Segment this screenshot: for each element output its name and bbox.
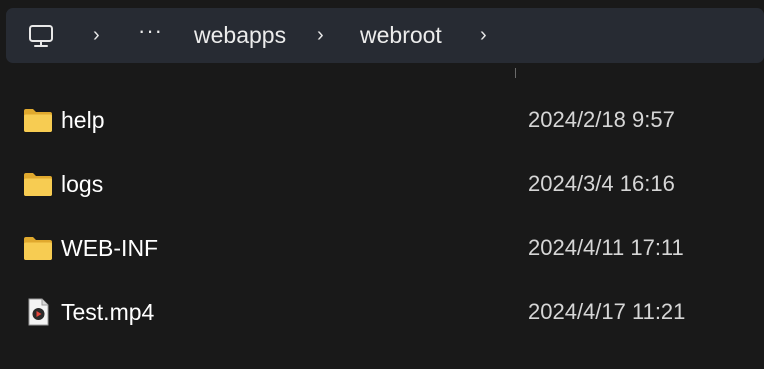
file-date: 2024/3/4 16:16 <box>528 171 675 196</box>
address-bar[interactable]: › ··· webapps › webroot › <box>6 8 764 63</box>
breadcrumb-separator[interactable]: › <box>93 8 100 63</box>
file-row[interactable]: WEB-INF 2024/4/11 17:11 <box>0 222 764 274</box>
monitor-icon[interactable] <box>28 8 54 63</box>
file-date: 2024/4/17 11:21 <box>528 299 686 324</box>
file-date: 2024/2/18 9:57 <box>528 107 675 132</box>
folder-icon <box>22 106 54 134</box>
video-file-icon <box>22 298 54 326</box>
file-name[interactable]: WEB-INF <box>61 222 158 274</box>
breadcrumb-item-webroot[interactable]: webroot <box>360 8 442 63</box>
folder-icon <box>22 234 54 262</box>
file-row[interactable]: logs 2024/3/4 16:16 <box>0 158 764 210</box>
breadcrumb-item-webapps[interactable]: webapps <box>194 8 286 63</box>
file-row[interactable]: Test.mp4 2024/4/17 11:21 <box>0 286 764 338</box>
breadcrumb-separator[interactable]: › <box>317 8 324 63</box>
folder-icon <box>22 170 54 198</box>
file-date: 2024/4/11 17:11 <box>528 235 684 260</box>
column-divider[interactable] <box>515 68 516 78</box>
file-row[interactable]: help 2024/2/18 9:57 <box>0 94 764 146</box>
breadcrumb-separator[interactable]: › <box>480 8 487 63</box>
file-name[interactable]: Test.mp4 <box>61 286 154 338</box>
file-name[interactable]: help <box>61 94 104 146</box>
breadcrumb-overflow-button[interactable]: ··· <box>138 3 163 58</box>
file-name[interactable]: logs <box>61 158 103 210</box>
